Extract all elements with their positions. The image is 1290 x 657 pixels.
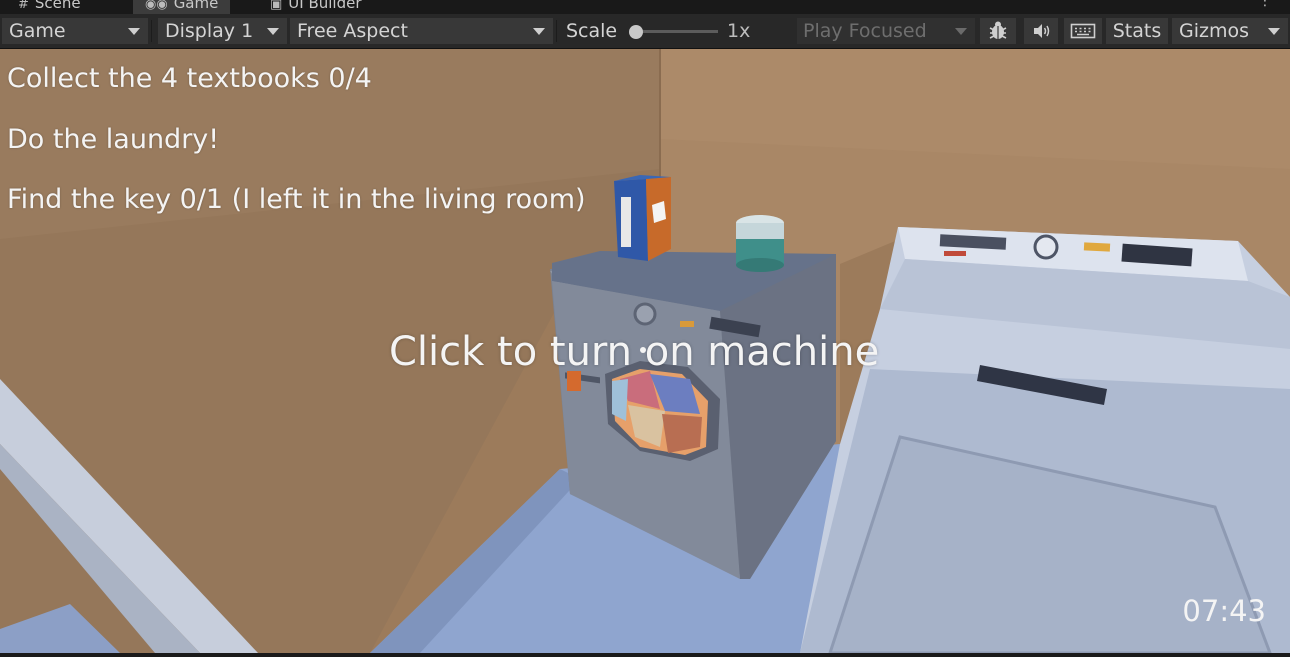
audio-mute-icon[interactable] [1024,18,1058,44]
gizmos-label: Gizmos [1179,20,1250,42]
gamepad-icon: ◉◉ [145,0,168,12]
chevron-down-icon [267,28,279,35]
display-select[interactable]: Display 1 [158,18,287,44]
chevron-down-icon [533,28,545,35]
scale-slider-track[interactable] [632,30,718,33]
ui-builder-icon: ▣ [270,0,283,12]
tab-ui-builder[interactable]: ▣ UI Builder [270,0,362,14]
tab-scene-label: Scene [34,0,81,12]
stats-button[interactable]: Stats [1106,18,1168,44]
display-select-value: Display 1 [165,20,254,42]
objective-key: Find the key 0/1 (I left it in the livin… [7,184,586,215]
viewport-bottom-border [0,653,1290,657]
keyboard-icon[interactable] [1064,18,1102,44]
scale-value: 1x [727,20,751,42]
chevron-down-icon [955,28,967,35]
game-viewport[interactable]: Collect the 4 textbooks 0/4 Do the laund… [0,49,1290,653]
game-view-toolbar: Game Display 1 Free Aspect Scale 1x Play… [0,14,1290,49]
tab-menu-icon[interactable]: ⋮ [1258,0,1272,8]
game-timer: 07:43 [1182,594,1266,628]
view-select[interactable]: Game [2,18,148,44]
tab-game-label: Game [173,0,219,12]
tab-scene[interactable]: # Scene [18,0,81,14]
crosshair [640,347,646,353]
aspect-select[interactable]: Free Aspect [290,18,553,44]
play-mode-value: Play Focused [803,20,927,42]
gizmos-button[interactable]: Gizmos [1172,18,1288,44]
objective-textbooks: Collect the 4 textbooks 0/4 [7,63,372,94]
chevron-down-icon [128,28,140,35]
tab-game[interactable]: ◉◉ Game [133,0,231,14]
editor-tab-strip: # Scene ◉◉ Game ▣ UI Builder ⋮ [0,0,1290,14]
toolbar-divider [151,20,152,42]
scale-slider-handle[interactable] [629,25,643,39]
interaction-prompt: Click to turn on machine [389,329,880,375]
scale-label: Scale [566,20,618,42]
bug-icon[interactable] [980,18,1016,44]
chevron-down-icon [1268,28,1280,35]
play-mode-select[interactable]: Play Focused [797,18,975,44]
hash-icon: # [18,0,29,12]
aspect-select-value: Free Aspect [297,20,408,42]
objective-laundry: Do the laundry! [7,124,220,155]
toolbar-divider [556,20,557,42]
tab-ui-builder-label: UI Builder [288,0,362,12]
view-select-value: Game [9,20,66,42]
